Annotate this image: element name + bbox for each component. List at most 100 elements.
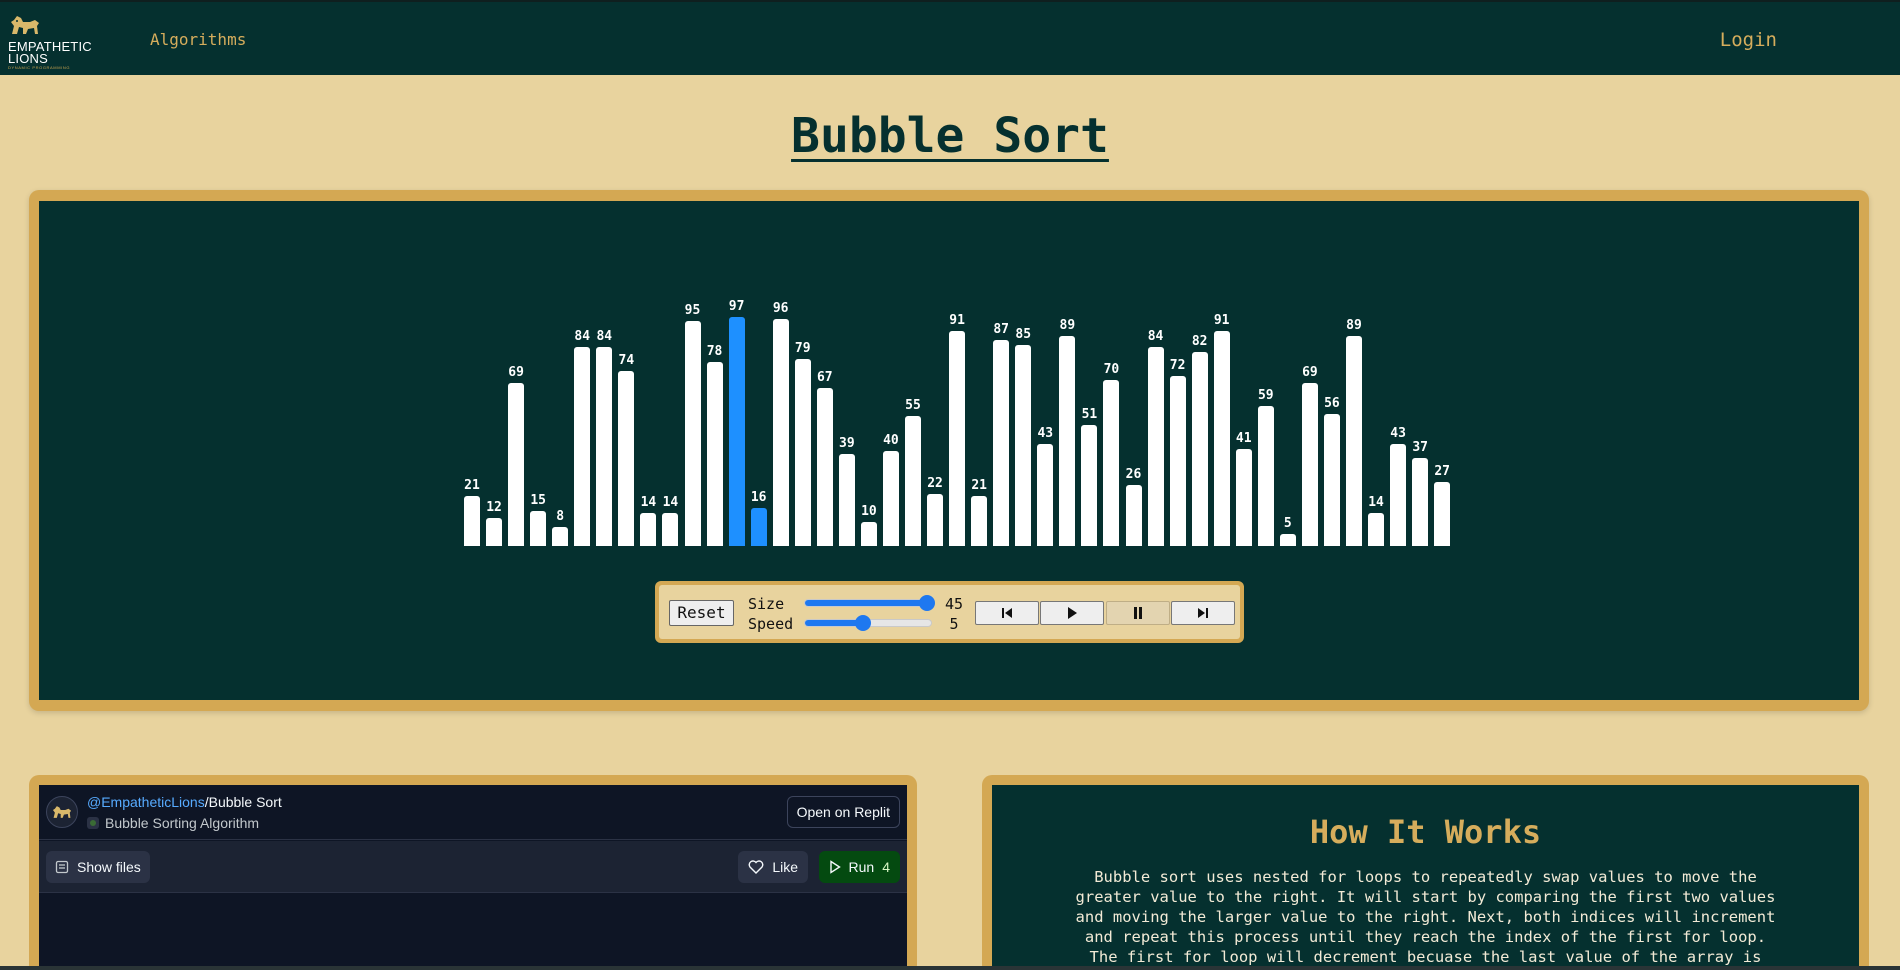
bar-2 — [508, 382, 525, 546]
repl-name[interactable]: Bubble Sort — [209, 794, 282, 810]
bar-label-30: 26 — [1125, 466, 1142, 482]
step-forward-button[interactable] — [1171, 601, 1235, 625]
bar-label-3: 15 — [530, 492, 546, 508]
bar-label-0: 21 — [464, 478, 480, 494]
controls-inner: Reset Size Speed 45 5 — [659, 585, 1240, 639]
bar-label-12: 97 — [728, 298, 745, 314]
bar-label-13: 16 — [750, 490, 767, 506]
play-button[interactable] — [1040, 601, 1104, 625]
bar-label-16: 67 — [816, 369, 833, 385]
bar-31 — [1147, 347, 1164, 546]
navbar: EMPATHETIC LIONS DYNAMIC PROGRAMMING Alg… — [0, 0, 1900, 75]
bar-label-25: 85 — [1015, 326, 1032, 342]
bar-40 — [1346, 335, 1362, 546]
bar-6 — [596, 347, 613, 546]
bar-16 — [816, 387, 833, 546]
bar-label-31: 84 — [1147, 329, 1164, 345]
bar-label-39: 56 — [1324, 395, 1340, 411]
bar-label-35: 41 — [1235, 431, 1252, 447]
run-label: Run — [848, 859, 875, 875]
page-title: Bubble Sort — [791, 108, 1109, 164]
bar-4 — [552, 527, 569, 546]
bar-label-19: 40 — [883, 433, 899, 449]
skip-back-icon — [1002, 608, 1012, 618]
bar-label-37: 5 — [1283, 516, 1292, 532]
bar-35 — [1235, 449, 1252, 546]
how-it-works-frame: How It Works Bubble sort uses nested for… — [982, 775, 1869, 970]
avatar[interactable] — [46, 796, 78, 828]
bar-label-36: 59 — [1257, 388, 1274, 404]
lion-logo-icon — [11, 16, 39, 34]
controls-panel: Reset Size Speed 45 5 — [655, 581, 1244, 643]
bar-27 — [1059, 335, 1076, 546]
bar-14 — [772, 318, 789, 546]
bar-label-20: 55 — [905, 397, 921, 413]
bar-33 — [1191, 352, 1208, 546]
replit-embed: @EmpatheticLions/Bubble Sort Bubble Sort… — [39, 785, 907, 970]
repl-description: Bubble Sorting Algorithm — [87, 815, 259, 831]
bar-1 — [486, 517, 503, 546]
bar-label-44: 27 — [1434, 464, 1451, 480]
files-icon — [55, 860, 69, 874]
reset-button[interactable]: Reset — [669, 600, 734, 626]
nav-algorithms-link[interactable]: Algorithms — [150, 30, 246, 49]
bar-label-40: 89 — [1346, 317, 1362, 333]
size-value: 45 — [944, 595, 964, 613]
logo-subtitle: DYNAMIC PROGRAMMING — [8, 65, 71, 70]
bar-13 — [750, 508, 767, 546]
skip-forward-icon — [1198, 608, 1208, 618]
size-slider-thumb[interactable] — [919, 595, 936, 611]
bar-7 — [618, 370, 635, 546]
nav-login-link[interactable]: Login — [1720, 29, 1777, 51]
bar-11 — [706, 361, 723, 546]
bar-label-15: 79 — [794, 341, 811, 357]
pause-button[interactable] — [1106, 601, 1170, 625]
bar-8 — [640, 512, 657, 546]
show-files-button[interactable]: Show files — [46, 851, 150, 883]
bar-label-18: 10 — [861, 504, 877, 520]
how-it-works-text: Bubble sort uses nested for loops to rep… — [1075, 868, 1776, 970]
bar-37 — [1279, 534, 1296, 546]
bar-label-26: 43 — [1037, 426, 1054, 442]
bar-28 — [1081, 425, 1098, 546]
bar-44 — [1434, 482, 1451, 546]
bar-34 — [1213, 330, 1230, 546]
bar-label-17: 39 — [839, 435, 855, 451]
logo-text-line2: LIONS — [8, 51, 49, 66]
replit-header: @EmpatheticLions/Bubble Sort Bubble Sort… — [39, 785, 907, 840]
bar-22 — [949, 330, 966, 546]
lion-avatar-icon — [52, 806, 72, 818]
bar-label-43: 37 — [1412, 440, 1428, 456]
bar-12 — [728, 316, 745, 546]
how-it-works-panel: How It Works Bubble sort uses nested for… — [992, 785, 1859, 970]
bar-label-29: 70 — [1103, 362, 1120, 378]
bar-36 — [1257, 406, 1274, 546]
pause-icon — [1134, 607, 1142, 619]
bar-label-21: 22 — [927, 475, 943, 491]
bar-17 — [838, 453, 855, 546]
bar-9 — [662, 512, 679, 546]
like-button[interactable]: Like — [738, 851, 808, 883]
bar-label-11: 78 — [706, 343, 723, 359]
bar-label-33: 82 — [1191, 334, 1208, 350]
step-back-button[interactable] — [975, 601, 1039, 625]
run-button[interactable]: Run 4 — [818, 851, 900, 883]
speed-slider[interactable] — [804, 615, 932, 631]
visualizer-frame: 21 12 69 15 8 84 84 74 14 14 95 78 97 16 96 79 67 39 10 40 5… — [29, 190, 1869, 711]
bar-label-6: 84 — [596, 329, 613, 345]
bar-label-27: 89 — [1059, 317, 1076, 333]
bar-10 — [684, 321, 701, 546]
size-slider[interactable] — [804, 595, 936, 611]
speed-slider-thumb[interactable] — [854, 615, 871, 631]
repl-owner-link[interactable]: @EmpatheticLions — [87, 794, 205, 810]
replit-embed-frame: @EmpatheticLions/Bubble Sort Bubble Sort… — [29, 775, 917, 970]
visualizer-panel: 21 12 69 15 8 84 84 74 14 14 95 78 97 16 96 79 67 39 10 40 5… — [39, 201, 1859, 700]
logo[interactable]: EMPATHETIC LIONS DYNAMIC PROGRAMMING — [8, 14, 102, 72]
how-it-works-title: How It Works — [1309, 813, 1542, 851]
open-on-replit-button[interactable]: Open on Replit — [786, 796, 900, 828]
speed-label: Speed — [748, 615, 794, 633]
size-label: Size — [748, 595, 785, 613]
run-count: 4 — [882, 859, 890, 875]
repl-description-text: Bubble Sorting Algorithm — [105, 815, 260, 831]
bar-26 — [1037, 444, 1054, 546]
